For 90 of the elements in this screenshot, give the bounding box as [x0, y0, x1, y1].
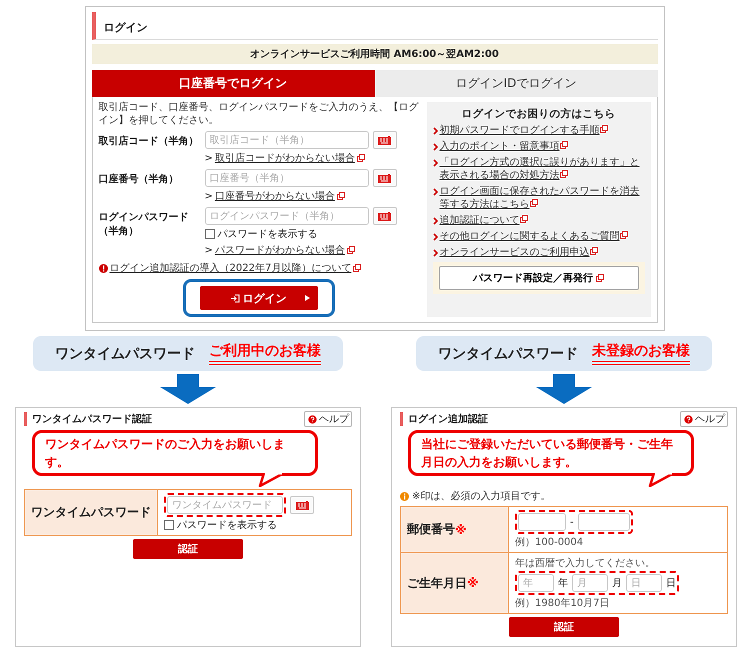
external-link-icon — [353, 264, 362, 272]
alert-icon — [98, 264, 108, 272]
info-icon — [400, 492, 409, 500]
password-input[interactable]: ワンタイムパスワード — [167, 496, 283, 514]
keyboard-icon — [378, 212, 391, 220]
help-icon — [683, 414, 694, 424]
external-link-icon — [600, 125, 608, 133]
help-link[interactable]: 取引店コードがわからない場合 — [214, 151, 355, 165]
date-input[interactable]: 日 — [626, 574, 662, 592]
external-link-icon — [620, 231, 628, 239]
unit-label: 年 — [558, 577, 568, 590]
screen-title: ログイン追加認証 — [400, 412, 488, 426]
field-label: 口座番号（半角） — [98, 172, 180, 186]
field-label: ログインパスワード（半角） — [98, 211, 190, 238]
login-button[interactable]: ログイン — [200, 286, 318, 310]
submit-button[interactable]: 認証 — [509, 617, 619, 637]
notice-link[interactable]: ログイン追加認証の導入（2022年7月以降）について — [110, 261, 352, 275]
help-icon — [307, 414, 318, 424]
down-arrow-icon — [160, 374, 216, 404]
page-title: ログイン — [104, 21, 148, 34]
checkbox-label: パスワードを表示する — [177, 518, 277, 532]
login-tab[interactable]: 口座番号でログイン — [92, 70, 374, 97]
field-label: 取引店コード（半角） — [98, 134, 200, 148]
login-tab[interactable]: ログインIDでログイン — [374, 70, 658, 97]
down-arrow-icon — [536, 374, 592, 404]
link-marker: > — [204, 190, 213, 202]
help-button[interactable]: ヘルプ — [304, 411, 352, 427]
screen-title: ワンタイムパスワード認証 — [24, 412, 152, 426]
help-link[interactable]: その他ログインに関するよくあるご質問 — [440, 230, 628, 243]
text-input[interactable]: ログインパスワード（半角） — [204, 207, 368, 225]
external-link-icon — [356, 154, 365, 162]
triangle-icon — [304, 295, 310, 301]
instruction-text: 取引店コード、口座番号、ログインパスワードをご入力のうえ、【ログイン】を押してください。 — [98, 102, 418, 127]
audience-label: 未登録のお客様 — [592, 342, 690, 365]
help-link[interactable]: 入力のポイント・留意事項 — [440, 140, 568, 153]
help-button[interactable]: ヘルプ — [680, 411, 728, 427]
date-input[interactable]: 年 — [518, 574, 554, 592]
external-link-icon — [590, 247, 598, 255]
required-mark: ※ — [467, 576, 479, 590]
required-note: ※印は、必須の入力項目です。 — [412, 490, 550, 503]
keyboard-button[interactable] — [290, 496, 314, 514]
separator: - — [570, 516, 574, 528]
audience-label: ご利用中のお客様 — [209, 342, 321, 365]
external-link-icon — [336, 192, 345, 200]
help-link[interactable]: ログイン画面に保存されたパスワードを消去等する方法はこちら — [440, 185, 644, 211]
keyboard-button[interactable] — [372, 207, 396, 225]
callout-text: ワンタイムパスワードのご入力をお願いします。 — [45, 437, 285, 469]
chevron-icon — [432, 188, 438, 196]
unit-label: 月 — [612, 577, 622, 590]
case-heading: ワンタイムパスワード — [55, 344, 195, 362]
help-panel-title: ログインでお困りの方はこちら — [460, 107, 616, 121]
external-link-icon — [596, 274, 604, 282]
submit-button[interactable]: 認証 — [133, 539, 243, 559]
link-marker: > — [204, 244, 213, 256]
unit-label: 日 — [666, 577, 676, 590]
checkbox[interactable] — [204, 229, 214, 239]
login-icon — [230, 294, 240, 302]
keyboard-icon — [378, 136, 391, 144]
help-link[interactable]: 追加認証について — [440, 214, 528, 227]
postal-code-input[interactable] — [518, 513, 566, 531]
service-hours-notice: オンラインサービスご利用時間 AM6:00～翌AM2:00 — [92, 44, 658, 64]
text-input[interactable]: 口座番号（半角） — [204, 169, 368, 187]
example-hint: 例）1980年10月7日 — [515, 597, 611, 610]
input-note: 年は西暦で入力してください。 — [515, 556, 656, 570]
external-link-icon — [560, 170, 568, 178]
link-marker: > — [204, 152, 213, 164]
callout-text: 当社にご登録いただいている郵便番号・ご生年月日の入力をお願いします。 — [421, 437, 673, 469]
password-reset-button[interactable]: パスワード再設定／再発行 — [438, 266, 638, 290]
checkbox[interactable] — [164, 520, 174, 530]
date-input[interactable]: 月 — [572, 574, 608, 592]
text-input[interactable]: 取引店コード（半角） — [204, 131, 368, 149]
row-label: ワンタイムパスワード — [31, 504, 151, 521]
help-link[interactable]: 「ログイン方式の選択に誤りがあります」と表示される場合の対処方法 — [440, 156, 644, 182]
required-mark: ※ — [455, 522, 467, 536]
help-link[interactable]: パスワードがわからない場合 — [214, 243, 345, 257]
postal-code-input[interactable] — [578, 513, 630, 531]
keyboard-button[interactable] — [372, 131, 396, 149]
example-hint: 例）100-0004 — [515, 536, 584, 549]
row-label: ご生年月日 — [407, 574, 467, 592]
keyboard-icon — [296, 500, 308, 510]
checkbox-label: パスワードを表示する — [218, 228, 318, 241]
row-label: 郵便番号 — [407, 521, 455, 538]
keyboard-button[interactable] — [372, 169, 396, 187]
help-link[interactable]: 初期パスワードでログインする手順 — [440, 124, 608, 137]
help-link[interactable]: 口座番号がわからない場合 — [214, 189, 335, 203]
keyboard-icon — [378, 174, 391, 182]
help-link[interactable]: オンラインサービスのご利用申込 — [440, 246, 598, 259]
case-heading: ワンタイムパスワード — [438, 344, 578, 362]
external-link-icon — [346, 246, 355, 254]
external-link-icon — [560, 141, 568, 149]
